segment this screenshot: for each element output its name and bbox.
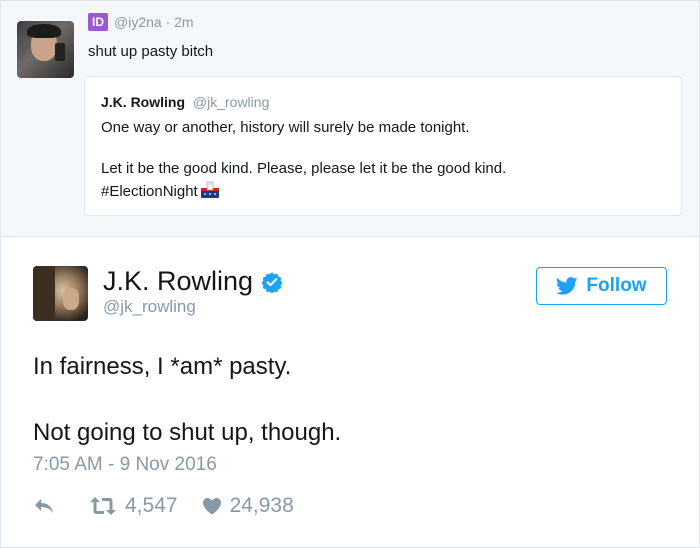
tweet-timestamp[interactable]: 7:05 AM - 9 Nov 2016: [33, 454, 217, 476]
tweet-actions: 4,547 24,938: [33, 491, 294, 521]
author-avatar[interactable]: [33, 266, 88, 321]
retweet-button[interactable]: 4,547: [89, 494, 178, 518]
verified-icon: [261, 271, 283, 293]
ballot-box-icon: [200, 181, 219, 198]
quoted-line-3: #ElectionNight: [101, 181, 220, 200]
reply-text: shut up pasty bitch: [88, 43, 214, 60]
tweet-text-line-2: Not going to shut up, though.: [33, 419, 342, 446]
author-handle[interactable]: @jk_rowling: [103, 297, 196, 317]
reply-handle[interactable]: @iy2na · 2m: [114, 14, 194, 30]
avatar-phone: [55, 43, 65, 61]
reply-button[interactable]: [33, 497, 55, 515]
avatar-hair: [33, 266, 55, 321]
avatar-hand: [63, 288, 79, 310]
reply-icon: [35, 499, 53, 513]
like-button[interactable]: 24,938: [202, 494, 294, 518]
author-name[interactable]: J.K. Rowling: [103, 266, 253, 297]
tweet-embed: ID @iy2na · 2m shut up pasty bitch J.K. …: [0, 0, 700, 548]
follow-label: Follow: [586, 275, 647, 296]
quoted-header: J.K. Rowling @jk_rowling: [101, 94, 269, 110]
avatar-hair: [27, 24, 61, 38]
quoted-tweet[interactable]: J.K. Rowling @jk_rowling One way or anot…: [84, 76, 682, 216]
retweet-count: 4,547: [125, 494, 178, 517]
author-name-row: J.K. Rowling: [103, 266, 283, 297]
twitter-bird-icon: [556, 277, 578, 295]
quoted-line-2: Let it be the good kind. Please, please …: [101, 160, 507, 177]
reply-avatar[interactable]: [17, 21, 74, 78]
quoted-name[interactable]: J.K. Rowling: [101, 94, 185, 110]
quoted-line-1: One way or another, history will surely …: [101, 119, 470, 136]
heart-icon: [202, 498, 221, 515]
follow-button[interactable]: Follow: [536, 267, 667, 305]
reply-tweet[interactable]: ID @iy2na · 2m shut up pasty bitch J.K. …: [1, 1, 699, 237]
id-logo-icon: ID: [88, 13, 108, 31]
reply-header: ID @iy2na · 2m: [88, 13, 194, 31]
tweet-text-line-1: In fairness, I *am* pasty.: [33, 353, 292, 380]
retweet-icon: [90, 497, 116, 515]
hashtag-election-night[interactable]: #ElectionNight: [101, 183, 198, 200]
like-count: 24,938: [229, 494, 294, 517]
quoted-handle[interactable]: @jk_rowling: [193, 94, 269, 110]
